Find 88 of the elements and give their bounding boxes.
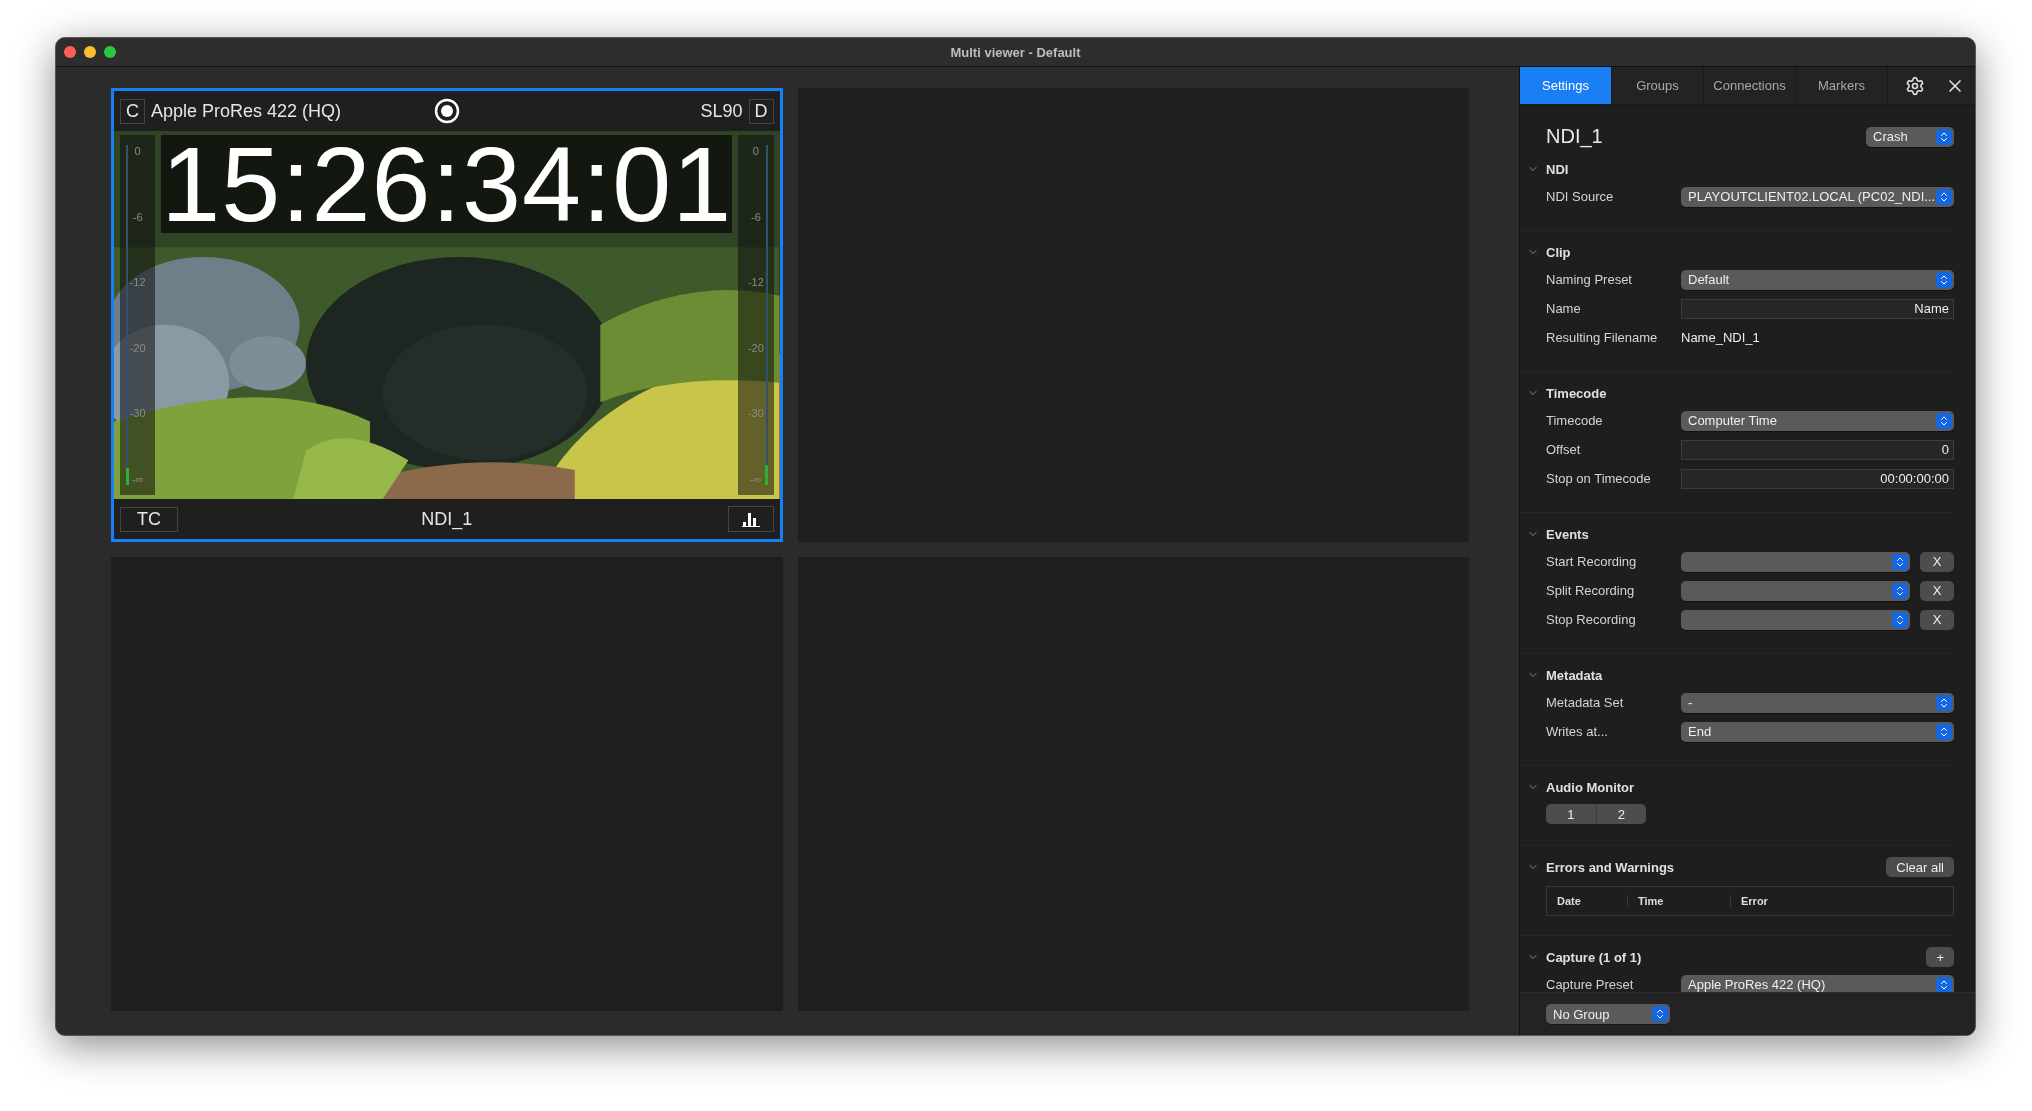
updown-arrows-icon (1936, 723, 1952, 740)
panel-tab[interactable]: Markers (1796, 67, 1888, 104)
section-title: Events (1546, 526, 1589, 542)
panel-tab[interactable]: Settings (1520, 67, 1612, 104)
field-label: Writes at... (1546, 724, 1609, 739)
meter-tick-label: -20 (746, 341, 765, 354)
updown-arrows-icon (1936, 128, 1952, 145)
meter-tick-label: 0 (751, 145, 760, 157)
section-title: Capture (1 of 1) (1546, 949, 1642, 965)
source-title: NDI_1 (1546, 125, 1603, 148)
minimize-window-icon[interactable] (84, 46, 96, 58)
select-field[interactable]: Apple ProRes 422 (HQ) (1681, 974, 1954, 992)
timecode-button[interactable]: TC (120, 506, 178, 532)
field-label: Timecode (1546, 413, 1604, 428)
bar-chart-icon (741, 511, 760, 527)
audio-meter-button[interactable] (727, 506, 774, 532)
clear-button[interactable]: X (1920, 609, 1954, 630)
field-label: NDI Source (1546, 189, 1615, 204)
clear-button[interactable]: X (1920, 580, 1954, 601)
meter-tick-label: -6 (131, 210, 144, 223)
meter-tick-label: -12 (746, 276, 765, 289)
meter-tick-label: 0 (133, 145, 142, 157)
select-field[interactable] (1681, 580, 1910, 601)
channel-button[interactable]: D (748, 98, 774, 124)
updown-arrows-icon (1936, 976, 1952, 992)
section-title: Clip (1546, 244, 1571, 260)
select-field[interactable]: Crash (1866, 126, 1954, 147)
section-title: Errors and Warnings (1546, 859, 1675, 875)
updown-arrows-icon (1892, 582, 1908, 599)
meter-tick-label: -∞ (749, 472, 763, 485)
meter-tick-label: -∞ (130, 472, 145, 485)
section-action-button[interactable]: Clear all (1886, 857, 1954, 877)
section-title: NDI (1546, 161, 1569, 177)
meter-tick-label: -20 (128, 341, 147, 354)
select-field[interactable] (1681, 551, 1910, 572)
select-field[interactable]: Computer Time (1681, 410, 1954, 431)
updown-arrows-icon (1936, 188, 1952, 205)
field-label: Resulting Filename (1546, 330, 1659, 345)
updown-arrows-icon (1892, 553, 1908, 570)
group-select[interactable]: No Group (1546, 1004, 1670, 1024)
column-header: Time (1627, 895, 1730, 907)
input-field[interactable]: 00:00:00:00 (1681, 468, 1954, 489)
field-label: Stop Recording (1546, 612, 1637, 627)
maximize-window-icon[interactable] (104, 46, 116, 58)
meter-tick-label: -30 (746, 407, 765, 420)
updown-arrows-icon (1892, 611, 1908, 628)
input-field[interactable]: 0 (1681, 439, 1954, 460)
signal-level-label: SL90 (700, 100, 743, 122)
updown-arrows-icon (1936, 694, 1952, 711)
select-field[interactable]: Default (1681, 269, 1954, 290)
select-field[interactable]: - (1681, 692, 1954, 713)
field-value: Name_NDI_1 (1681, 330, 1761, 345)
meter-tick-label: -30 (128, 407, 147, 420)
column-header: Date (1556, 895, 1582, 907)
select-field[interactable] (1681, 609, 1910, 630)
channel-segment[interactable]: 1 (1546, 804, 1596, 824)
clear-button[interactable]: X (1920, 551, 1954, 572)
codec-label: Apple ProRes 422 (HQ) (151, 100, 342, 122)
section-title: Timecode (1546, 385, 1607, 401)
field-label: Name (1546, 301, 1582, 316)
updown-arrows-icon (1936, 271, 1952, 288)
column-header: Error (1730, 895, 1953, 907)
panel-tab[interactable]: Connections (1704, 67, 1796, 104)
section-action-button[interactable]: + (1926, 947, 1954, 967)
source-name: NDI_1 (421, 508, 473, 530)
select-field[interactable]: End (1681, 721, 1954, 742)
field-label: Split Recording (1546, 583, 1636, 598)
panel-tab[interactable]: Groups (1612, 67, 1704, 104)
input-field[interactable]: Name (1681, 298, 1954, 319)
updown-arrows-icon (1652, 1006, 1668, 1022)
channel-segment[interactable]: 2 (1595, 804, 1646, 824)
gear-icon (1905, 75, 1925, 96)
field-label: Offset (1546, 442, 1582, 457)
timecode-text: 15:26:34:01 (161, 131, 733, 237)
updown-arrows-icon (1936, 412, 1952, 429)
window-title: Multi viewer - Default (949, 44, 1082, 60)
select-field[interactable]: PLAYOUTCLIENT02.LOCAL (PC02_NDI... (1681, 186, 1954, 207)
field-label: Metadata Set (1546, 695, 1625, 710)
field-label: Stop on Timecode (1546, 471, 1652, 486)
field-label: Naming Preset (1546, 272, 1633, 287)
channel-button[interactable]: C (120, 98, 145, 124)
section-title: Audio Monitor (1546, 779, 1635, 795)
meter-tick-label: -6 (749, 210, 762, 223)
close-window-icon[interactable] (64, 46, 76, 58)
section-title: Metadata (1546, 667, 1603, 683)
field-label: Capture Preset (1546, 977, 1635, 992)
meter-tick-label: -12 (128, 276, 147, 289)
field-label: Start Recording (1546, 554, 1638, 569)
